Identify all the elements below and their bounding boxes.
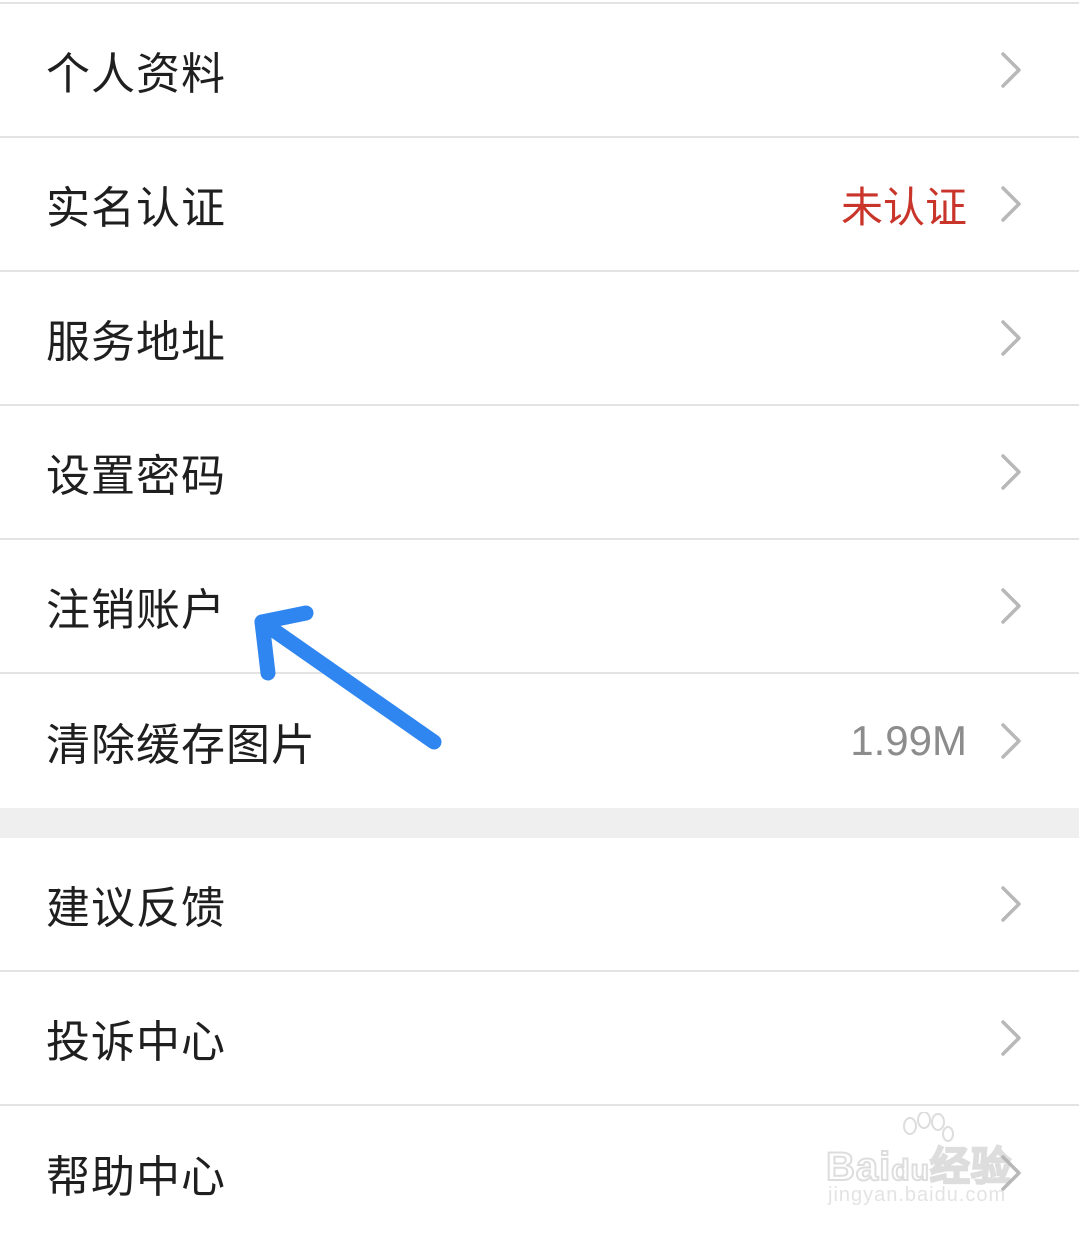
baidu-jingyan-watermark: Baidu经验 jingyan.baidu.com (825, 1112, 1026, 1218)
row-feedback[interactable]: 建议反馈 (0, 838, 1079, 972)
row-label: 投诉中心 (46, 1017, 226, 1068)
row-personal-info[interactable]: 个人资料 (0, 4, 1079, 138)
chevron-right-icon (1001, 320, 1021, 356)
chevron-right-icon (1001, 454, 1021, 490)
chevron-right-icon (1001, 723, 1021, 759)
chevron-right-icon (1001, 886, 1021, 922)
row-label: 清除缓存图片 (46, 720, 316, 771)
row-set-password[interactable]: 设置密码 (0, 406, 1079, 540)
chevron-right-icon (1001, 186, 1021, 222)
cache-size: 1.99M (850, 717, 967, 764)
row-clear-image-cache[interactable]: 清除缓存图片 1.99M (0, 674, 1079, 808)
row-label: 服务地址 (46, 317, 226, 368)
row-label: 个人资料 (46, 49, 226, 100)
row-real-name-verification[interactable]: 实名认证 未认证 (0, 138, 1079, 272)
row-label: 帮助中心 (46, 1152, 226, 1203)
row-deactivate-account[interactable]: 注销账户 (0, 540, 1079, 674)
chevron-right-icon (1001, 588, 1021, 624)
row-label: 建议反馈 (46, 883, 226, 934)
row-label: 实名认证 (46, 183, 226, 234)
settings-page: 个人资料 实名认证 未认证 服务地址 设置密码 注销账户 清除缓存图片 1.99… (0, 0, 1079, 1235)
chevron-right-icon (1001, 52, 1021, 88)
settings-group: 个人资料 实名认证 未认证 服务地址 设置密码 注销账户 清除缓存图片 1.99… (0, 4, 1079, 808)
chevron-right-icon (1001, 1020, 1021, 1056)
section-gap (0, 808, 1079, 838)
verification-status: 未认证 (840, 182, 967, 232)
row-label: 设置密码 (46, 451, 226, 502)
row-service-address[interactable]: 服务地址 (0, 272, 1079, 406)
watermark-url: jingyan.baidu.com (828, 1184, 1007, 1206)
row-complaint-center[interactable]: 投诉中心 (0, 972, 1079, 1106)
row-label: 注销账户 (46, 585, 226, 636)
